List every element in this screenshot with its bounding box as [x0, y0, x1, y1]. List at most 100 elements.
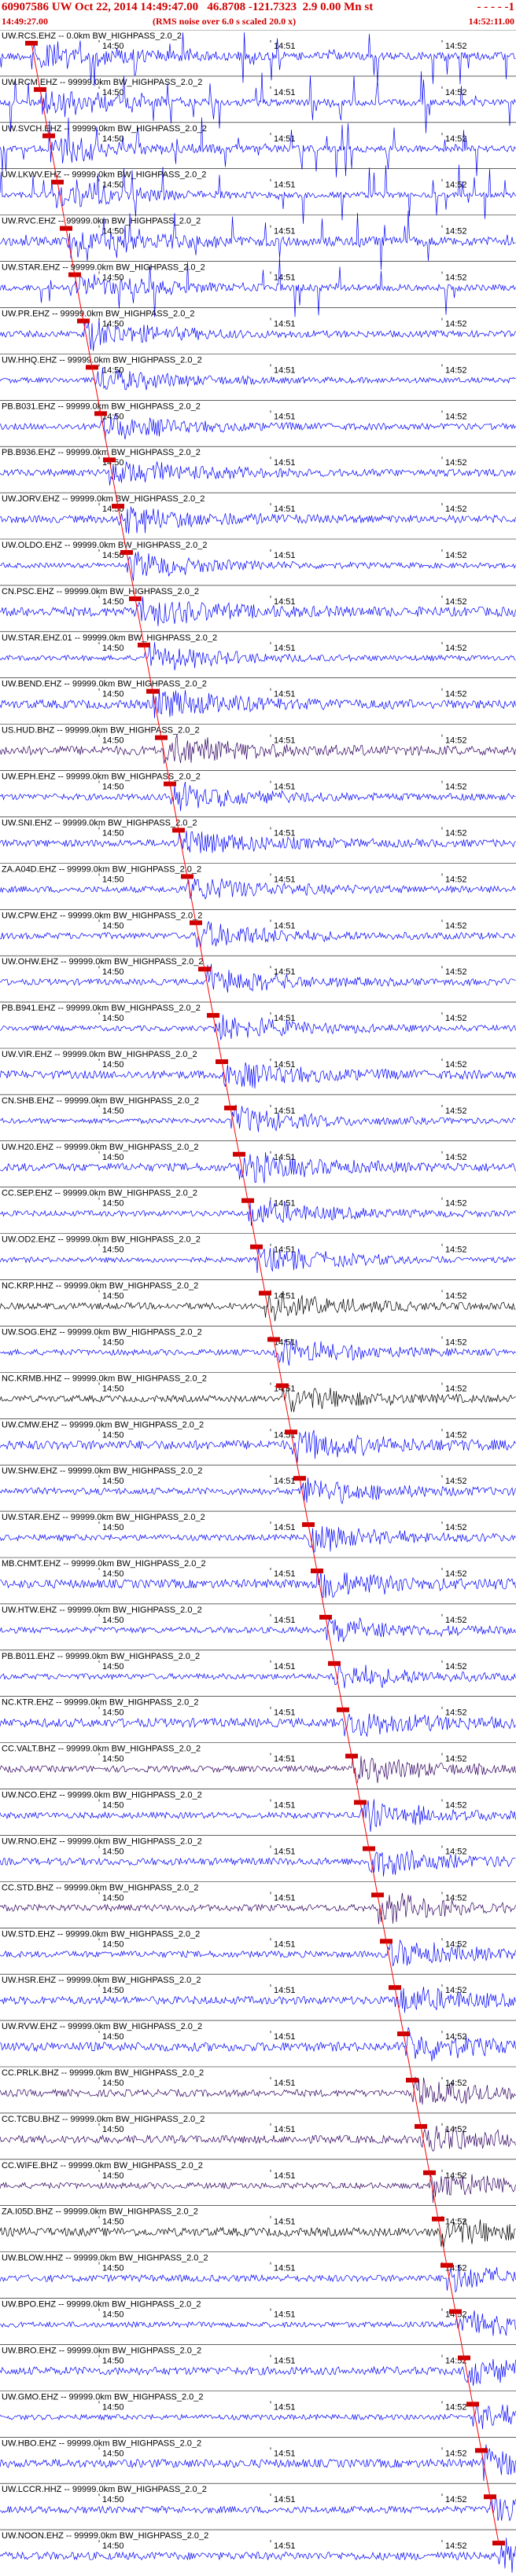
- time-tick-label: 14:52: [445, 783, 467, 792]
- time-tick-label: 14:51: [274, 2218, 296, 2227]
- trace-label: NC.KTR.EHZ -- 99999.0km BW_HIGHPASS_2.0_…: [2, 1698, 198, 1708]
- trace: UW.JORV.EHZ -- 99999.0km BW_HIGHPASS_2.0…: [0, 492, 516, 534]
- time-tick-label: 14:52: [445, 1662, 467, 1671]
- trace-label: UW.SNI.EHZ -- 99999.0km BW_HIGHPASS_2.0_…: [2, 818, 197, 827]
- time-tick-label: 14:52: [445, 875, 467, 884]
- trace: CN.PSC.EHZ -- 99999.0km BW_HIGHPASS_2.0_…: [0, 585, 516, 626]
- time-tick-label: 14:52: [445, 1246, 467, 1255]
- time-tick-label: 14:51: [274, 42, 296, 51]
- time-tick-label: 14:52: [445, 1986, 467, 1995]
- trace: UW.HTW.EHZ -- 99999.0km BW_HIGHPASS_2.0_…: [0, 1603, 516, 1642]
- time-tick-label: 14:50: [102, 2402, 124, 2412]
- waveform: [0, 1799, 516, 1833]
- time-tick-label: 14:52: [445, 1199, 467, 1209]
- trace: UW.H20.EHZ -- 99999.0km BW_HIGHPASS_2.0_…: [0, 1140, 516, 1183]
- time-tick-label: 14:50: [102, 597, 124, 607]
- time-tick-label: 14:52: [445, 2218, 467, 2227]
- time-tick-label: 14:50: [102, 1106, 124, 1116]
- waveform: [0, 1015, 516, 1041]
- time-tick-label: 14:52: [445, 88, 467, 97]
- time-tick-label: 14:52: [445, 1384, 467, 1393]
- time-tick-label: 14:51: [274, 2402, 296, 2412]
- trace-label: UW.PR.EHZ -- 99999.0km BW_HIGHPASS_2.0_2: [2, 309, 195, 318]
- waveform: [0, 1152, 516, 1183]
- time-tick-label: 14:51: [274, 2171, 296, 2181]
- trace: UW.SHW.EHZ -- 99999.0km BW_HIGHPASS_2.0_…: [0, 1464, 516, 1505]
- trace-label: UW.BEND.EHZ -- 99999.0km BW_HIGHPASS_2.0…: [2, 680, 207, 689]
- time-tick-label: 14:52: [445, 42, 467, 51]
- trace: UW.CMW.EHZ -- 99999.0km BW_HIGHPASS_2.0_…: [0, 1418, 516, 1463]
- trace-label: UW.CMW.EHZ -- 99999.0km BW_HIGHPASS_2.0_…: [2, 1420, 204, 1429]
- waveform: [0, 1062, 516, 1089]
- trace: UW.SVCH.EHZ -- 99999.0km BW_HIGHPASS_2.0…: [0, 117, 516, 178]
- plot-header: 60907586 UW Oct 22, 2014 14:49:47.00 46.…: [0, 0, 516, 30]
- time-tick-label: 14:51: [274, 597, 296, 607]
- time-tick-label: 14:50: [102, 1060, 124, 1070]
- waveform: [0, 2537, 516, 2573]
- trace-label: UW.RCS.EHZ -- 0.0km BW_HIGHPASS_2.0_2: [2, 31, 182, 41]
- trace: CC.TCBU.BHZ -- 99999.0km BW_HIGHPASS_2.0…: [0, 2112, 516, 2152]
- time-tick-label: 14:51: [274, 783, 296, 792]
- waveform: [0, 781, 516, 812]
- time-tick-label: 14:50: [102, 875, 124, 884]
- trace-label: UW.NOON.EHZ -- 99999.0km BW_HIGHPASS_2.0…: [2, 2531, 208, 2541]
- trace: UW.HHQ.EHZ -- 99999.0km BW_HIGHPASS_2.0_…: [0, 354, 516, 391]
- time-tick-label: 14:52: [445, 1106, 467, 1116]
- time-tick-label: 14:51: [274, 1060, 296, 1070]
- waveform: [0, 2174, 516, 2204]
- time-tick-label: 14:52: [445, 828, 467, 838]
- time-tick-label: 14:52: [445, 2402, 467, 2412]
- waveform: [0, 1477, 516, 1505]
- time-tick-label: 14:52: [445, 1477, 467, 1486]
- trace: PB.B941.EHZ -- 99999.0km BW_HIGHPASS_2.0…: [0, 1001, 516, 1041]
- time-tick-label: 14:50: [102, 181, 124, 190]
- time-tick-label: 14:52: [445, 1523, 467, 1532]
- time-tick-label: 14:50: [102, 1246, 124, 1255]
- trace: NC.KRMB.HHZ -- 99999.0km BW_HIGHPASS_2.0…: [0, 1372, 516, 1412]
- trace-label: UW.H20.EHZ -- 99999.0km BW_HIGHPASS_2.0_…: [2, 1143, 198, 1152]
- time-tick-label: 14:50: [102, 134, 124, 144]
- time-tick-label: 14:52: [445, 1569, 467, 1579]
- waveform: [0, 1664, 516, 1689]
- time-tick-label: 14:52: [445, 319, 467, 328]
- waveform: [0, 1892, 516, 1925]
- time-tick-label: 14:51: [274, 690, 296, 699]
- trace: CC.VALT.BHZ -- 99999.0km BW_HIGHPASS_2.0…: [0, 1742, 516, 1783]
- time-tick-label: 14:50: [102, 1893, 124, 1903]
- trace-label: UW.JORV.EHZ -- 99999.0km BW_HIGHPASS_2.0…: [2, 494, 205, 504]
- time-tick-label: 14:52: [445, 1153, 467, 1162]
- time-tick-label: 14:52: [445, 2032, 467, 2042]
- trace-label: UW.EPH.EHZ -- 99999.0km BW_HIGHPASS_2.0_…: [2, 772, 201, 782]
- time-tick-label: 14:52: [445, 2171, 467, 2181]
- waveform: [0, 1756, 516, 1783]
- time-tick-label: 14:50: [102, 2356, 124, 2365]
- trace: UW.RNO.EHZ -- 99999.0km BW_HIGHPASS_2.0_…: [0, 1835, 516, 1877]
- time-tick-label: 14:51: [274, 875, 296, 884]
- time-tick-label: 14:51: [274, 134, 296, 144]
- trace-label: PB.B941.EHZ -- 99999.0km BW_HIGHPASS_2.0…: [2, 1004, 201, 1013]
- trace-label: UW.HBO.EHZ -- 99999.0km BW_HIGHPASS_2.0_…: [2, 2438, 201, 2448]
- time-tick-label: 14:52: [445, 2541, 467, 2551]
- time-tick-label: 14:52: [445, 1755, 467, 1764]
- time-tick-label: 14:50: [102, 1430, 124, 1440]
- trace: UW.STD.EHZ -- 99999.0km BW_HIGHPASS_2.0_…: [0, 1927, 516, 1967]
- waveform: [0, 1987, 516, 2013]
- time-tick-label: 14:51: [274, 1801, 296, 1811]
- waveform: [0, 1617, 516, 1642]
- time-tick-label: 14:51: [274, 2495, 296, 2504]
- trace-label: UW.STD.EHZ -- 99999.0km BW_HIGHPASS_2.0_…: [2, 1929, 200, 1939]
- trace: UW.PR.EHZ -- 99999.0km BW_HIGHPASS_2.0_2…: [0, 307, 516, 351]
- waveform: [0, 2402, 516, 2430]
- time-tick-label: 14:50: [102, 1338, 124, 1347]
- time-tick-label: 14:50: [102, 1384, 124, 1393]
- waveform: [0, 1429, 516, 1463]
- waveform: [0, 461, 516, 486]
- time-tick-label: 14:50: [102, 2032, 124, 2042]
- time-tick-label: 14:51: [274, 1569, 296, 1579]
- time-tick-label: 14:50: [102, 690, 124, 699]
- waveform: [0, 1199, 516, 1227]
- trace-label: UW.OLDO.EHZ -- 99999.0km BW_HIGHPASS_2.0…: [2, 541, 207, 550]
- trace-label: NC.KRMB.HHZ -- 99999.0km BW_HIGHPASS_2.0…: [2, 1374, 207, 1383]
- waveform: [0, 1338, 516, 1366]
- trace-label: UW.CPW.EHZ -- 99999.0km BW_HIGHPASS_2.0_…: [2, 911, 202, 920]
